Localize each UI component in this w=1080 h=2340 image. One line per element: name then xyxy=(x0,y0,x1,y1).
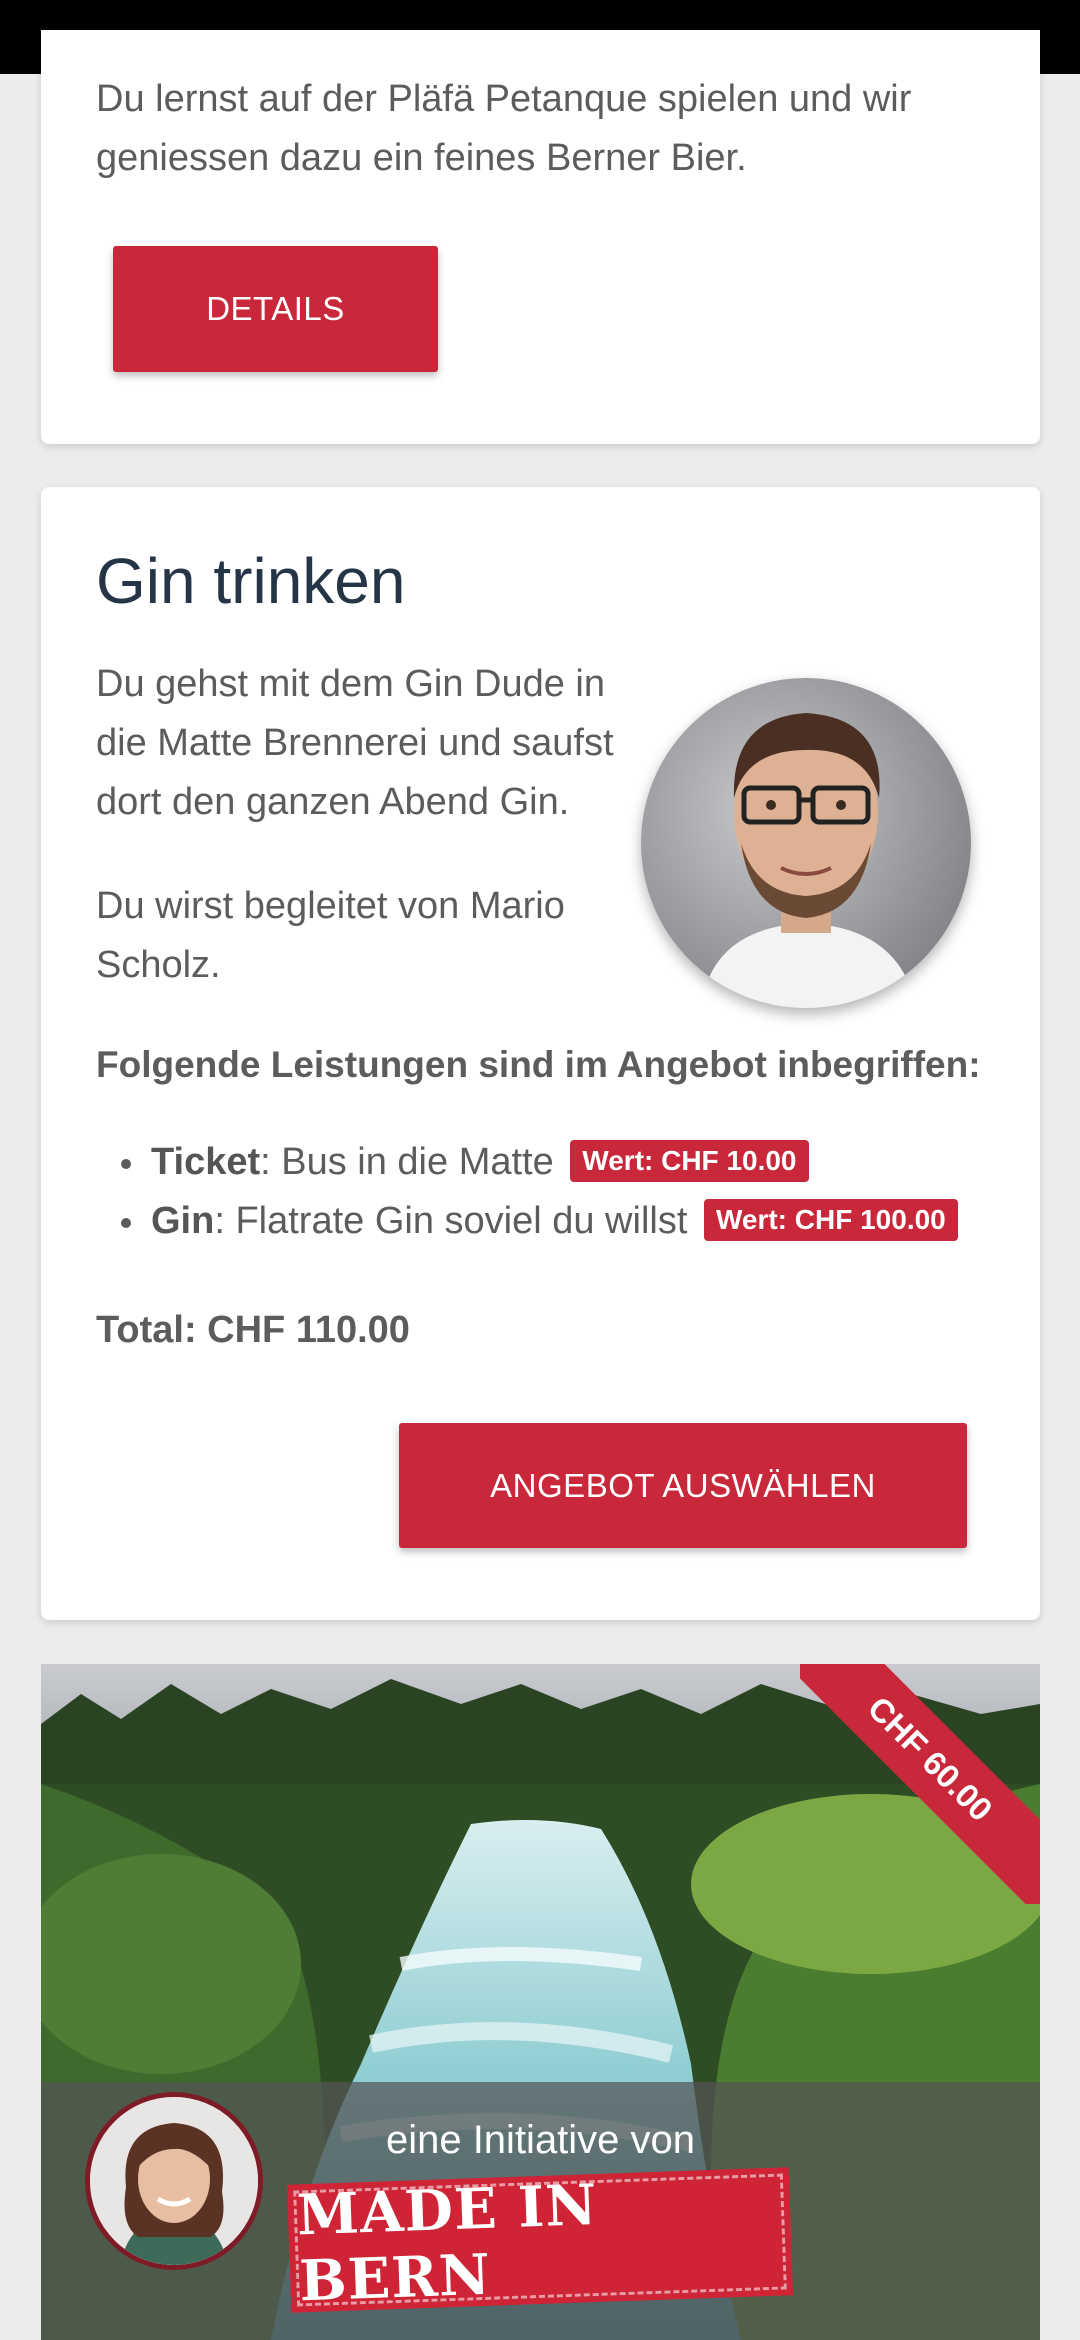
value-badge: Wert: CHF 10.00 xyxy=(570,1139,809,1182)
offer-guide: Du wirst begleitet von Mario Scholz. xyxy=(96,885,565,986)
guide-avatar xyxy=(641,678,971,1008)
initiative-banner: eine Initiative von MADE IN BERN xyxy=(41,2082,1040,2340)
guide-photo xyxy=(641,678,971,1008)
services-heading: Folgende Leistungen sind im Angebot inbe… xyxy=(96,1044,981,1085)
services-list: Ticket: Bus in die Matte Wert: CHF 10.00… xyxy=(96,1133,958,1251)
service-name: Ticket xyxy=(151,1141,261,1183)
service-name: Gin xyxy=(151,1200,215,1242)
initiative-text: eine Initiative von xyxy=(385,2118,696,2162)
list-item: Gin: Flatrate Gin soviel du willst Wert:… xyxy=(96,1192,958,1251)
made-in-bern-logo[interactable]: MADE IN BERN xyxy=(287,2166,793,2314)
details-button[interactable]: DETAILS xyxy=(113,246,438,372)
offer-card-petanque: Du lernst auf der Pläfä Petanque spielen… xyxy=(41,30,1040,444)
offer-card-gin: Gin trinken Du gehst mit dem Gin Dude in… xyxy=(41,487,1040,1620)
price-ribbon: CHF 60.00 xyxy=(800,1664,1040,1904)
select-offer-button[interactable]: ANGEBOT AUSWÄHLEN xyxy=(399,1423,967,1548)
value-badge: Wert: CHF 100.00 xyxy=(703,1198,958,1241)
service-text: : Bus in die Matte xyxy=(260,1141,554,1183)
offer-description: Du gehst mit dem Gin Dude in die Matte B… xyxy=(96,663,614,823)
price-ribbon-wrap: CHF 60.00 xyxy=(800,1664,1040,1904)
list-item: Ticket: Bus in die Matte Wert: CHF 10.00 xyxy=(96,1133,958,1192)
offer-title: Gin trinken xyxy=(96,545,406,617)
offer-total: Total: CHF 110.00 xyxy=(96,1309,410,1351)
service-text: : Flatrate Gin soviel du willst xyxy=(214,1200,688,1242)
offer-description: Du lernst auf der Pläfä Petanque spielen… xyxy=(96,78,912,179)
